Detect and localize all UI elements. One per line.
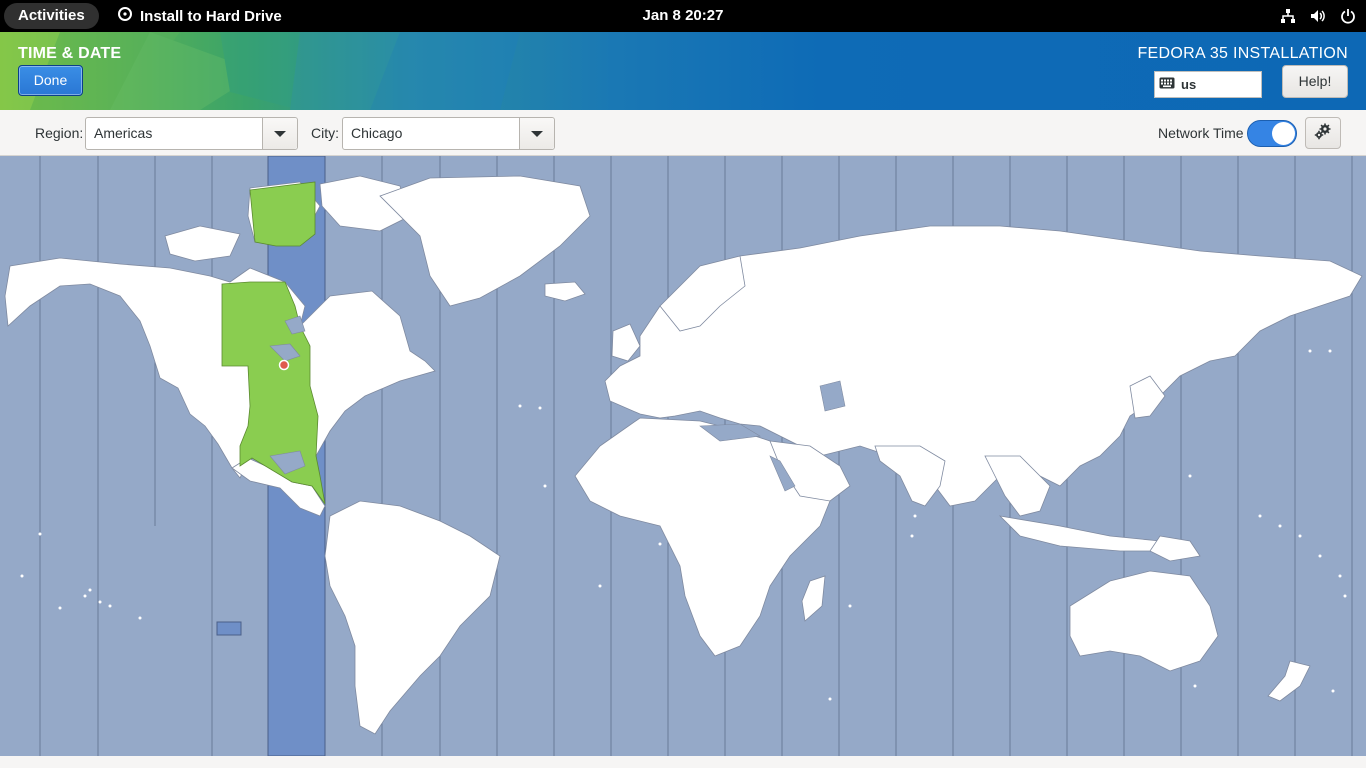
system-menu[interactable] bbox=[1280, 0, 1356, 32]
timezone-toolbar: Region: Americas City: Chicago Network T… bbox=[0, 110, 1366, 156]
clock[interactable]: Jan 8 20:27 bbox=[643, 7, 724, 24]
region-value: Americas bbox=[94, 125, 153, 141]
switch-knob bbox=[1272, 122, 1295, 145]
location-pin-icon bbox=[278, 359, 290, 371]
chevron-down-icon bbox=[519, 118, 554, 149]
keyboard-layout-value: us bbox=[1181, 77, 1197, 92]
timezone-map[interactable] bbox=[0, 156, 1366, 756]
help-button[interactable]: Help! bbox=[1282, 65, 1348, 98]
bottom-strip bbox=[0, 756, 1366, 768]
city-combo[interactable]: Chicago bbox=[342, 117, 555, 150]
city-label: City: bbox=[311, 125, 339, 141]
app-name: Install to Hard Drive bbox=[140, 7, 282, 25]
city-value: Chicago bbox=[351, 125, 403, 141]
activities-button[interactable]: Activities bbox=[4, 3, 99, 29]
app-menu[interactable]: Install to Hard Drive bbox=[118, 0, 282, 32]
product-title: FEDORA 35 INSTALLATION bbox=[1137, 45, 1348, 62]
land-masses bbox=[4, 175, 1363, 735]
power-icon bbox=[1340, 8, 1356, 24]
region-combo[interactable]: Americas bbox=[85, 117, 298, 150]
network-time-label: Network Time bbox=[1158, 125, 1244, 141]
top-bar: Activities Install to Hard Drive Jan 8 2… bbox=[0, 0, 1366, 32]
keyboard-icon bbox=[1159, 77, 1175, 92]
volume-icon bbox=[1310, 8, 1326, 24]
gear-icon bbox=[1314, 122, 1332, 145]
page-title: TIME & DATE bbox=[18, 45, 122, 62]
disk-icon bbox=[118, 7, 132, 25]
network-time-switch[interactable] bbox=[1247, 120, 1297, 147]
done-button[interactable]: Done bbox=[18, 65, 83, 96]
chevron-down-icon bbox=[262, 118, 297, 149]
small-zone-marker bbox=[216, 621, 242, 636]
region-label: Region: bbox=[35, 125, 84, 141]
ntp-config-button[interactable] bbox=[1305, 117, 1341, 149]
keyboard-layout-indicator[interactable]: us bbox=[1154, 71, 1262, 98]
network-wired-icon bbox=[1280, 8, 1296, 24]
